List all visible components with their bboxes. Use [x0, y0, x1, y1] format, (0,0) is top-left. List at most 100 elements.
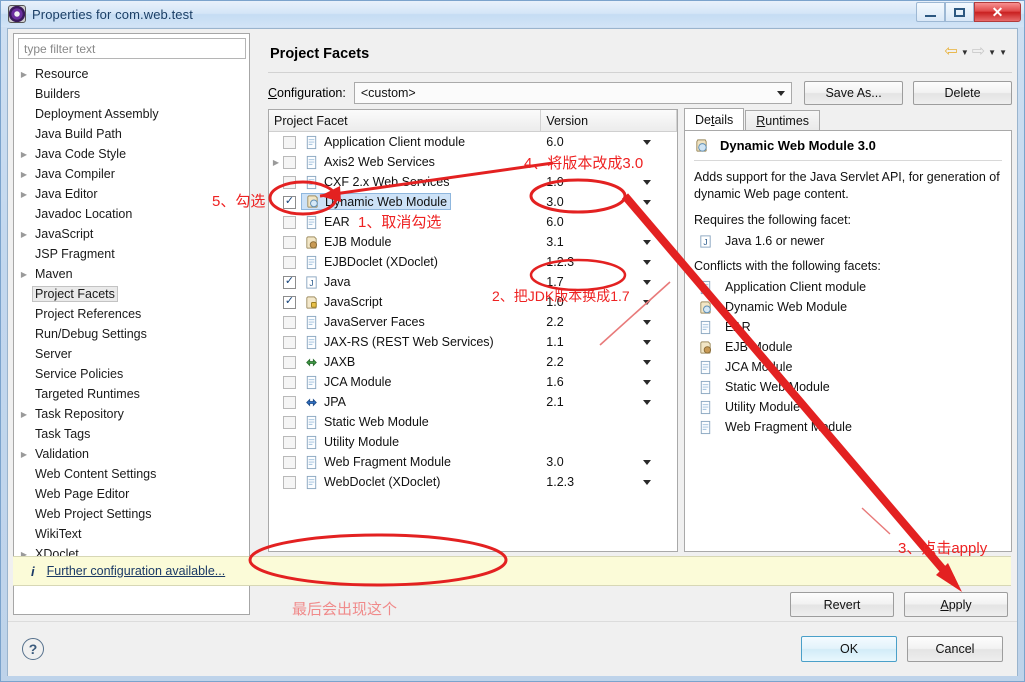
- table-row[interactable]: JAX-RS (REST Web Services) 1.1: [269, 332, 677, 352]
- facet-checkbox[interactable]: [283, 435, 296, 449]
- facet-version-cell[interactable]: 3.0: [541, 195, 677, 209]
- table-row[interactable]: EJBDoclet (XDoclet) 1.2.3: [269, 252, 677, 272]
- help-icon[interactable]: ?: [22, 638, 44, 660]
- sidebar-item-validation[interactable]: ▶ Validation: [16, 444, 248, 464]
- sidebar-item-run-debug-settings[interactable]: ▶ Run/Debug Settings: [16, 324, 248, 344]
- revert-button[interactable]: Revert: [790, 592, 894, 617]
- chevron-right-icon[interactable]: ▶: [269, 158, 283, 167]
- minimize-button[interactable]: [916, 2, 945, 22]
- table-row[interactable]: Utility Module: [269, 432, 677, 452]
- sidebar-item-builders[interactable]: ▶ Builders: [16, 84, 248, 104]
- search-input[interactable]: [19, 39, 245, 58]
- facet-version-cell[interactable]: 6.0: [541, 135, 677, 149]
- chevron-down-icon[interactable]: [643, 179, 651, 185]
- window-controls[interactable]: ✕: [916, 2, 1021, 22]
- table-row[interactable]: J Java 1.7: [269, 272, 677, 292]
- table-row[interactable]: Static Web Module: [269, 412, 677, 432]
- facet-version-cell[interactable]: 1.2.3: [541, 255, 677, 269]
- facet-version-cell[interactable]: 1.0: [541, 175, 677, 189]
- sidebar-item-project-facets[interactable]: ▶Project Facets: [16, 284, 248, 304]
- filter-box[interactable]: [18, 38, 246, 59]
- facet-checkbox[interactable]: [283, 355, 296, 369]
- facet-version-cell[interactable]: 2.1: [541, 395, 677, 409]
- facet-checkbox[interactable]: [283, 315, 296, 329]
- table-row[interactable]: Dynamic Web Module 3.0: [269, 192, 677, 212]
- ok-button[interactable]: OK: [801, 636, 897, 662]
- tab-runtimes[interactable]: Runtimes: [745, 110, 821, 131]
- configuration-select[interactable]: <custom>: [353, 82, 793, 104]
- table-row[interactable]: JAXB 2.2: [269, 352, 677, 372]
- table-row[interactable]: CXF 2.x Web Services 1.0: [269, 172, 677, 192]
- facet-checkbox[interactable]: [283, 375, 296, 389]
- facet-checkbox[interactable]: [283, 475, 296, 489]
- table-row[interactable]: EAR 6.0: [269, 212, 677, 232]
- sidebar-item-jsp-fragment[interactable]: ▶ JSP Fragment: [16, 244, 248, 264]
- sidebar-item-javascript[interactable]: ▶ JavaScript: [16, 224, 248, 244]
- arrow-left-icon[interactable]: ⇦: [944, 44, 957, 60]
- details-tabs[interactable]: De t ails Runtimes: [684, 108, 1012, 131]
- facet-checkbox[interactable]: [283, 335, 296, 349]
- view-menu-chevron-down-icon[interactable]: ▼: [999, 48, 1007, 57]
- chevron-down-icon[interactable]: [643, 279, 651, 285]
- table-row[interactable]: WebDoclet (XDoclet) 1.2.3: [269, 472, 677, 492]
- table-row[interactable]: Application Client module 6.0: [269, 132, 677, 152]
- chevron-down-icon[interactable]: [643, 259, 651, 265]
- sidebar-item-web-content-settings[interactable]: ▶ Web Content Settings: [16, 464, 248, 484]
- further-configuration-link[interactable]: Further configuration available...: [47, 564, 226, 578]
- tab-details[interactable]: De t ails: [684, 108, 745, 131]
- chevron-down-icon[interactable]: [643, 459, 651, 465]
- facet-checkbox[interactable]: [283, 275, 296, 289]
- chevron-down-icon[interactable]: [643, 479, 651, 485]
- facet-checkbox[interactable]: [283, 255, 296, 269]
- chevron-down-icon[interactable]: [643, 359, 651, 365]
- chevron-down-icon[interactable]: [643, 219, 651, 225]
- chevron-right-icon[interactable]: ▶: [18, 148, 30, 160]
- table-row[interactable]: Web Fragment Module 3.0: [269, 452, 677, 472]
- chevron-down-icon[interactable]: [643, 319, 651, 325]
- facet-version-cell[interactable]: 1.6: [541, 375, 677, 389]
- facet-checkbox[interactable]: [283, 135, 296, 149]
- sidebar-item-java-editor[interactable]: ▶ Java Editor: [16, 184, 248, 204]
- chevron-down-icon[interactable]: [643, 339, 651, 345]
- sidebar-item-web-page-editor[interactable]: ▶ Web Page Editor: [16, 484, 248, 504]
- column-header-facet[interactable]: Project Facet: [269, 110, 542, 131]
- facet-checkbox[interactable]: [283, 455, 296, 469]
- facet-version-cell[interactable]: 3.1: [541, 235, 677, 249]
- save-as-button[interactable]: Save As...: [804, 81, 904, 105]
- facet-version-cell[interactable]: 1.1: [541, 335, 677, 349]
- chevron-down-icon[interactable]: [643, 399, 651, 405]
- chevron-down-icon[interactable]: [643, 239, 651, 245]
- facet-version-cell[interactable]: 3.0: [541, 455, 677, 469]
- chevron-right-icon[interactable]: ▶: [18, 268, 30, 280]
- table-row[interactable]: JCA Module 1.6: [269, 372, 677, 392]
- close-button[interactable]: ✕: [974, 2, 1021, 22]
- forward-history-chevron-down-icon[interactable]: ▼: [988, 48, 996, 57]
- facet-version-cell[interactable]: 1.0: [541, 295, 677, 309]
- facet-checkbox[interactable]: [283, 235, 296, 249]
- preferences-tree[interactable]: ▶ Resource ▶ Builders ▶ Deployment Assembly ▶ J…: [16, 64, 248, 612]
- facet-checkbox[interactable]: [283, 415, 296, 429]
- facet-version-cell[interactable]: 1.7: [541, 275, 677, 289]
- facet-checkbox[interactable]: [283, 155, 296, 169]
- delete-button[interactable]: Delete: [913, 81, 1013, 105]
- apply-button[interactable]: Apply: [904, 592, 1008, 617]
- chevron-down-icon[interactable]: [643, 379, 651, 385]
- sidebar-item-wikitext[interactable]: ▶ WikiText: [16, 524, 248, 544]
- sidebar-item-web-project-settings[interactable]: ▶ Web Project Settings: [16, 504, 248, 524]
- facet-version-cell[interactable]: 2.2: [541, 315, 677, 329]
- chevron-right-icon[interactable]: ▶: [18, 448, 30, 460]
- sidebar-item-maven[interactable]: ▶ Maven: [16, 264, 248, 284]
- table-row[interactable]: JavaServer Faces 2.2: [269, 312, 677, 332]
- table-row[interactable]: JavaScript 1.0: [269, 292, 677, 312]
- sidebar-item-service-policies[interactable]: ▶ Service Policies: [16, 364, 248, 384]
- sidebar-item-task-tags[interactable]: ▶ Task Tags: [16, 424, 248, 444]
- facet-checkbox[interactable]: [283, 175, 296, 189]
- table-row[interactable]: ▶ Axis2 Web Services: [269, 152, 677, 172]
- chevron-right-icon[interactable]: ▶: [18, 168, 30, 180]
- column-header-version[interactable]: Version: [541, 110, 677, 131]
- back-history-chevron-down-icon[interactable]: ▼: [961, 48, 969, 57]
- facet-checkbox[interactable]: [283, 395, 296, 409]
- table-row[interactable]: EJB Module 3.1: [269, 232, 677, 252]
- facet-checkbox[interactable]: [283, 215, 296, 229]
- sidebar-item-task-repository[interactable]: ▶ Task Repository: [16, 404, 248, 424]
